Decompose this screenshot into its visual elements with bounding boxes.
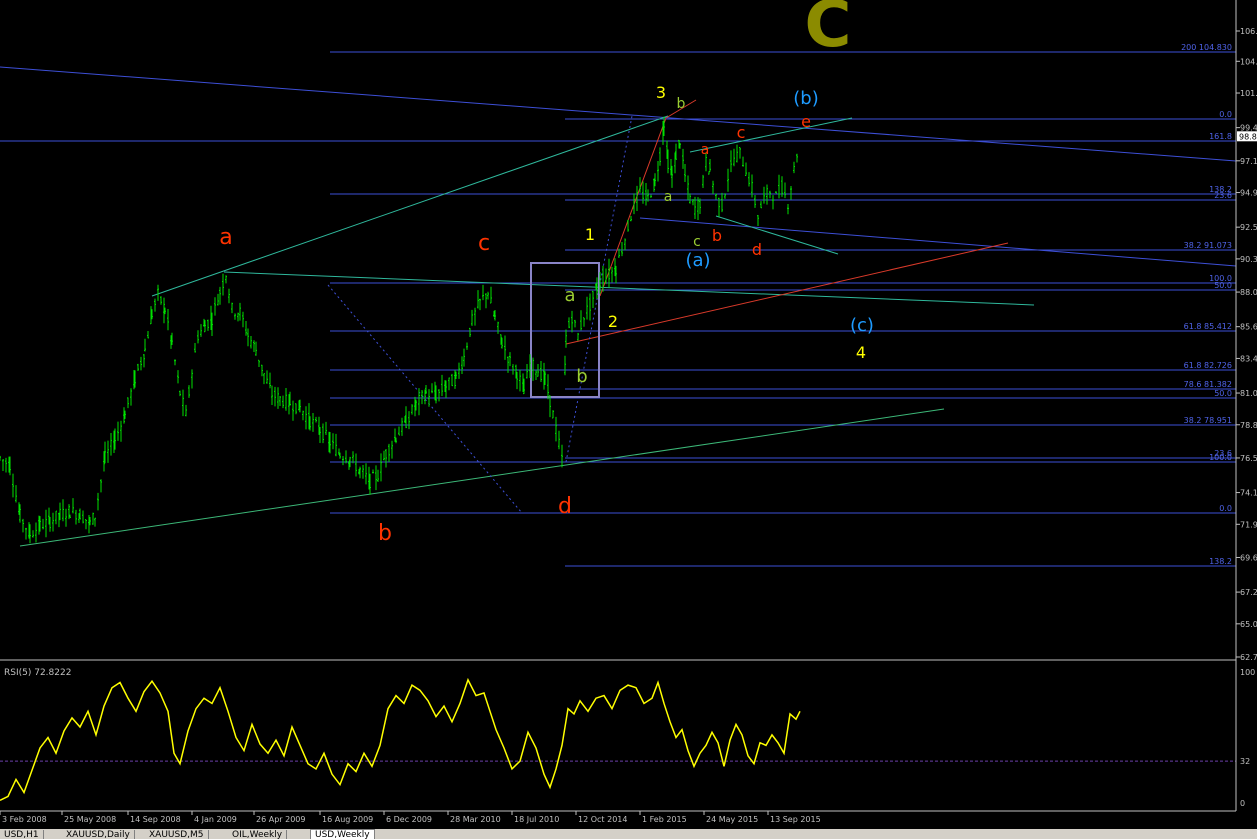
time-tick-label: 6 Dec 2009 [386,815,432,824]
time-tick-label: 13 Sep 2015 [770,815,821,824]
price-tick-label: 74.1 [1240,489,1257,498]
wave-label: a [701,142,710,158]
fib-level-label: 61.8 82.726 [1184,361,1232,370]
price-tick-label: 97.1 [1240,157,1257,166]
price-tick-label: 104.0 [1240,57,1257,66]
fib-level-label: 61.8 85.412 [1184,322,1232,331]
rsi-tick-label: 0 [1240,799,1245,808]
chart-background [0,0,1257,839]
wave-label: d [752,240,762,259]
price-tick-label: 81.0 [1240,389,1257,398]
fib-level-label: 0.0 [1219,504,1232,513]
price-tick-label: 90.3 [1240,255,1257,264]
wave-label: b [712,226,722,245]
time-tick-label: 25 May 2008 [64,815,116,824]
wave-label: C [805,0,852,62]
time-tick-label: 26 Apr 2009 [256,815,305,824]
wave-label: 4 [856,343,866,362]
wave-label: a [219,225,232,250]
chart-tab-bar: USD,H1 XAUUSD,Daily XAUUSD,M5 OIL,Weekly… [0,829,1257,839]
wave-label: (b) [793,88,818,109]
price-tick-label: 67.2 [1240,588,1257,597]
time-tick-label: 4 Jan 2009 [194,815,237,824]
price-tick-label: 101.8 [1240,89,1257,98]
rsi-tick-label: 100 [1240,668,1255,677]
tab-oil-weekly[interactable]: OIL,Weekly [228,830,288,839]
wave-label: a [564,285,575,306]
tab-usd-h1[interactable]: USD,H1 [0,830,44,839]
wave-label: b [378,521,392,546]
time-tick-label: 14 Sep 2008 [130,815,181,824]
wave-label: e [801,112,811,131]
time-tick-label: 28 Mar 2010 [450,815,501,824]
fib-level-label: 138.2 [1209,557,1232,566]
fib-level-label: 200 104.830 [1181,43,1232,52]
wave-label: a [664,189,673,205]
wave-label: 1 [585,225,595,244]
fib-level-label: 50.0 [1214,389,1232,398]
price-tick-label: 76.5 [1240,454,1257,463]
fib-level-label: 78.6 81.382 [1184,380,1232,389]
tab-xauusd-daily[interactable]: XAUUSD,Daily [62,830,135,839]
price-tick-label: 69.6 [1240,553,1257,562]
wave-label: c [693,234,701,250]
tab-usd-weekly[interactable]: USD,Weekly [310,829,375,839]
fib-level-label: 0.0 [1219,110,1232,119]
wave-label: b [576,366,587,387]
tab-xauusd-m5[interactable]: XAUUSD,M5 [145,830,209,839]
price-tick-label: 71.9 [1240,520,1257,529]
fib-level-label: 100.0 [1209,453,1232,462]
wave-label: d [558,494,572,519]
price-tick-label: 85.6 [1240,323,1257,332]
time-tick-label: 1 Feb 2015 [642,815,687,824]
price-tick-label: 65.0 [1240,620,1257,629]
time-tick-label: 3 Feb 2008 [2,815,47,824]
wave-label: 3 [656,83,666,102]
wave-label: (a) [685,250,710,271]
fib-level-label: 50.0 [1214,281,1232,290]
wave-label: c [737,123,746,142]
fib-level-label: 38.2 78.951 [1184,416,1232,425]
time-tick-label: 16 Aug 2009 [322,815,373,824]
rsi-tick-label: 32 [1240,757,1250,766]
price-tick-label: 99.4 [1240,124,1257,133]
price-tick-label: 83.4 [1240,354,1257,363]
price-tick-label: 78.8 [1240,421,1257,430]
wave-label: b [677,96,686,112]
rsi-title: RSI(5) 72.8222 [4,668,71,678]
wave-label: 2 [608,312,618,331]
fib-level-label: 161.8 [1209,132,1232,141]
price-tick-label: 106.1 [1240,27,1257,36]
wave-label: (c) [850,315,874,336]
price-tick-label: 94.9 [1240,189,1257,198]
wave-label: c [478,231,490,256]
price-tick-label: 88.0 [1240,288,1257,297]
time-tick-label: 12 Oct 2014 [578,815,627,824]
price-tick-label: 92.5 [1240,223,1257,232]
time-tick-label: 18 Jul 2010 [514,815,559,824]
time-tick-label: 24 May 2015 [706,815,758,824]
chart-svg: 200 104.830 0.0 161.8 138.2 23.6 38.2 91.073 1… [0,0,1257,839]
price-tick-label: 62.7 [1240,653,1257,662]
fib-level-label: 23.6 [1214,191,1232,200]
current-price-label: 98.8 [1239,132,1257,141]
fib-level-label: 38.2 91.073 [1184,241,1232,250]
